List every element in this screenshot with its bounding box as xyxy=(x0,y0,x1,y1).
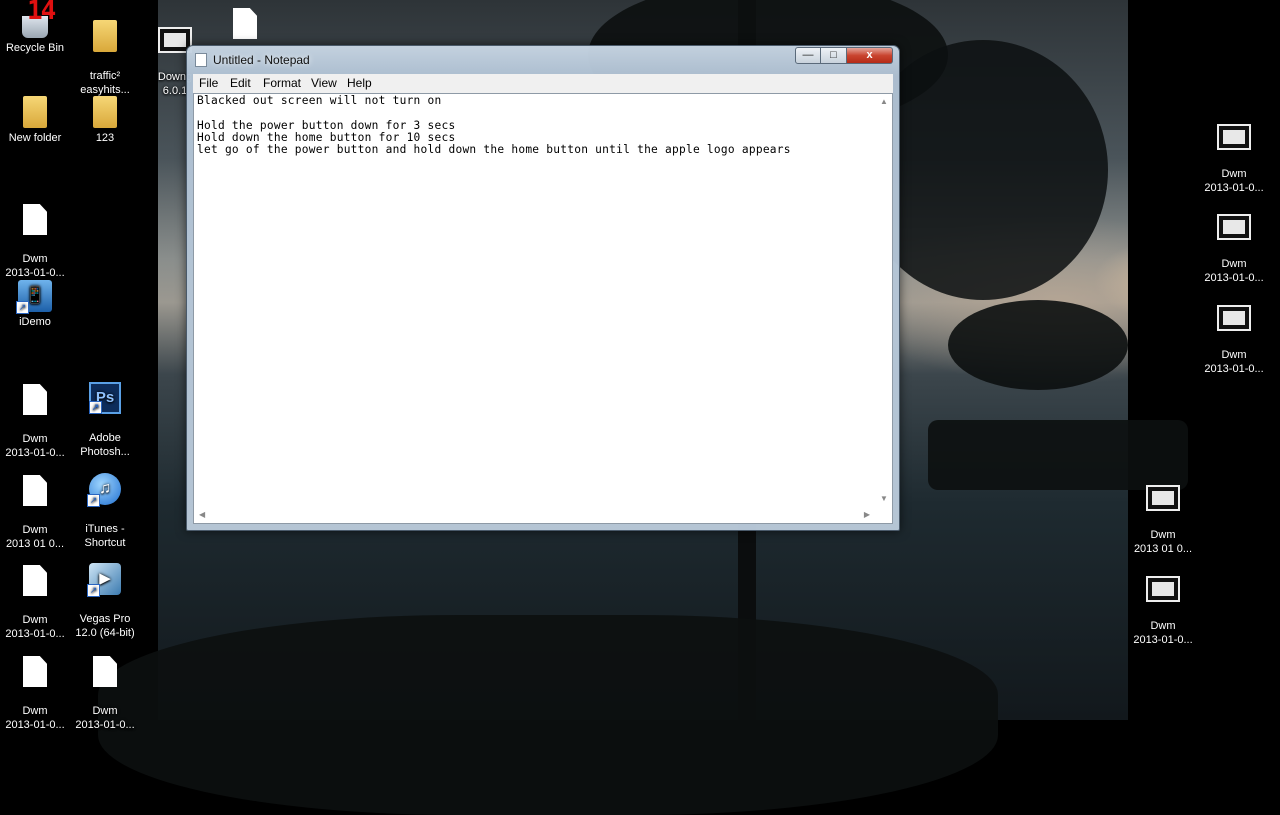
minimize-icon: — xyxy=(802,49,814,61)
desktop-icon-dwm-file[interactable]: Dwm 2013-01-0... xyxy=(0,370,73,460)
menu-help[interactable]: Help xyxy=(347,76,372,90)
minimize-button[interactable]: — xyxy=(795,47,821,64)
window-controls: — □ x xyxy=(795,47,893,65)
scroll-down-icon[interactable]: ▼ xyxy=(880,494,888,503)
text-editor[interactable]: Blacked out screen will not turn on Hold… xyxy=(193,93,893,524)
desktop-icon-label: Vegas Pro 12.0 (64-bit) xyxy=(75,613,135,639)
desktop-icon-label: Dwm 2013-01-0... xyxy=(1204,349,1264,375)
desktop-icon-label: Dwm 2013 01 0... xyxy=(5,524,65,550)
desktop-icon-label: traffic² easyhits... xyxy=(80,70,130,96)
desktop-icon-label: Dwm 2013-01-0... xyxy=(1204,258,1264,284)
desktop-icon-dwm-file[interactable]: Dwm 2013-01-0... xyxy=(0,190,73,280)
menu-bar: File Edit Format View Help xyxy=(193,74,893,94)
folder-icon xyxy=(93,20,117,52)
desktop-icon-label: Dwm 2013-01-0... xyxy=(1204,168,1264,194)
notepad-app-icon xyxy=(195,53,207,67)
vertical-scrollbar[interactable]: ▲ ▼ xyxy=(875,94,892,506)
desktop-icon-itunes[interactable]: ♫ ↗ iTunes - Shortcut xyxy=(67,459,143,550)
desktop-icon-dwm-file[interactable]: Dwm 2013-01-0... xyxy=(67,642,143,732)
desktop-icon-dwm-file[interactable]: Dwm 2013-01-0... xyxy=(0,642,73,732)
desktop-icon-label: New folder xyxy=(8,132,62,144)
video-file-icon xyxy=(1146,576,1180,602)
file-icon xyxy=(93,656,117,687)
desktop-icon-dwm-video[interactable]: Dwm 2013-01-0... xyxy=(1125,562,1201,647)
scroll-left-icon[interactable]: ◀ xyxy=(199,510,205,519)
video-file-icon xyxy=(1146,485,1180,511)
palm-tree-silhouette xyxy=(948,300,1128,390)
desktop-icon-dwm-file[interactable]: Dwm 2013-01-0... xyxy=(0,551,73,641)
desktop-icon-label: Dwm 2013-01-0... xyxy=(75,705,135,731)
desktop-icon-label: 123 xyxy=(95,132,115,144)
file-icon xyxy=(23,656,47,687)
desktop-icon-vegas-pro[interactable]: ▶ ↗ Vegas Pro 12.0 (64-bit) xyxy=(67,549,143,640)
itunes-icon: ♫ ↗ xyxy=(87,473,121,507)
desktop-icon-label: iTunes - Shortcut xyxy=(84,523,126,549)
shortcut-arrow-icon: ↗ xyxy=(87,494,100,507)
shortcut-arrow-icon: ↗ xyxy=(89,401,102,414)
video-file-icon xyxy=(1217,124,1251,150)
folder-icon xyxy=(23,96,47,128)
menu-format[interactable]: Format xyxy=(263,76,301,90)
maximize-button[interactable]: □ xyxy=(821,47,847,64)
document-text[interactable]: Blacked out screen will not turn on Hold… xyxy=(197,94,874,156)
file-icon xyxy=(233,8,257,39)
foreground-ground xyxy=(98,615,998,815)
title-bar[interactable]: Untitled - Notepad xyxy=(193,51,789,71)
recording-frame-counter: 14 xyxy=(27,0,56,26)
folder-icon xyxy=(93,96,117,128)
shortcut-arrow-icon: ↗ xyxy=(16,301,29,314)
horizontal-scrollbar[interactable]: ◀ ▶ xyxy=(194,506,875,523)
menu-view[interactable]: View xyxy=(311,76,337,90)
desktop-icon-dwm-file[interactable]: Dwm 2013 01 0... xyxy=(0,461,73,551)
close-button[interactable]: x xyxy=(847,47,893,64)
desktop-icon-dwm-video[interactable]: Dwm 2013-01-0... xyxy=(1196,200,1272,285)
desktop-icon-new-folder[interactable]: New folder xyxy=(0,96,73,145)
idemo-icon: 📱 ↗ xyxy=(16,280,52,314)
desktop-icon-idemo[interactable]: 📱 ↗ iDemo xyxy=(0,280,73,329)
file-icon xyxy=(23,475,47,506)
menu-file[interactable]: File xyxy=(199,76,218,90)
desktop-icon-blank-file[interactable] xyxy=(207,8,283,42)
desktop-icon-label: Dwm 2013 01 0... xyxy=(1133,529,1193,555)
desktop-icon-label: Recycle Bin xyxy=(5,42,65,54)
vegas-pro-icon: ▶ ↗ xyxy=(87,563,121,597)
maximize-icon: □ xyxy=(830,49,837,61)
desktop-icon-label: Dwm 2013-01-0... xyxy=(5,433,65,459)
desktop-icon-label: Adobe Photosh... xyxy=(80,432,130,458)
file-icon xyxy=(23,384,47,415)
desktop-icon-dwm-video[interactable]: Dwm 2013-01-0... xyxy=(1196,291,1272,376)
desktop-icon-dwm-video[interactable]: Dwm 2013 01 0... xyxy=(1125,471,1201,556)
window-title: Untitled - Notepad xyxy=(213,53,310,67)
file-icon xyxy=(23,565,47,596)
photoshop-icon: Ps ↗ xyxy=(89,382,121,414)
desktop-icon-photoshop[interactable]: Ps ↗ Adobe Photosh... xyxy=(67,368,143,459)
notepad-window[interactable]: Untitled - Notepad — □ x File Edit Forma… xyxy=(186,45,900,531)
desktop-icon-dwm-video[interactable]: Dwm 2013-01-0... xyxy=(1196,110,1272,195)
scroll-right-icon[interactable]: ▶ xyxy=(864,510,870,519)
desktop-icon-label: iDemo xyxy=(19,316,51,328)
desktop-icon-label: Dwm 2013-01-0... xyxy=(5,253,65,279)
menu-edit[interactable]: Edit xyxy=(230,76,251,90)
video-file-icon xyxy=(1217,305,1251,331)
desktop-icon-label: Dwm 2013-01-0... xyxy=(1133,620,1193,646)
desktop-icon-traffic-folder[interactable]: traffic² easyhits... xyxy=(67,6,143,97)
desktop-icon-label: Dwm 2013-01-0... xyxy=(5,614,65,640)
video-file-icon xyxy=(1217,214,1251,240)
scroll-up-icon[interactable]: ▲ xyxy=(880,97,888,106)
desktop-icon-123-folder[interactable]: 123 xyxy=(67,96,143,145)
desktop-icon-label: Dwm 2013-01-0... xyxy=(5,705,65,731)
file-icon xyxy=(23,204,47,235)
shortcut-arrow-icon: ↗ xyxy=(87,584,100,597)
close-icon: x xyxy=(866,49,873,61)
